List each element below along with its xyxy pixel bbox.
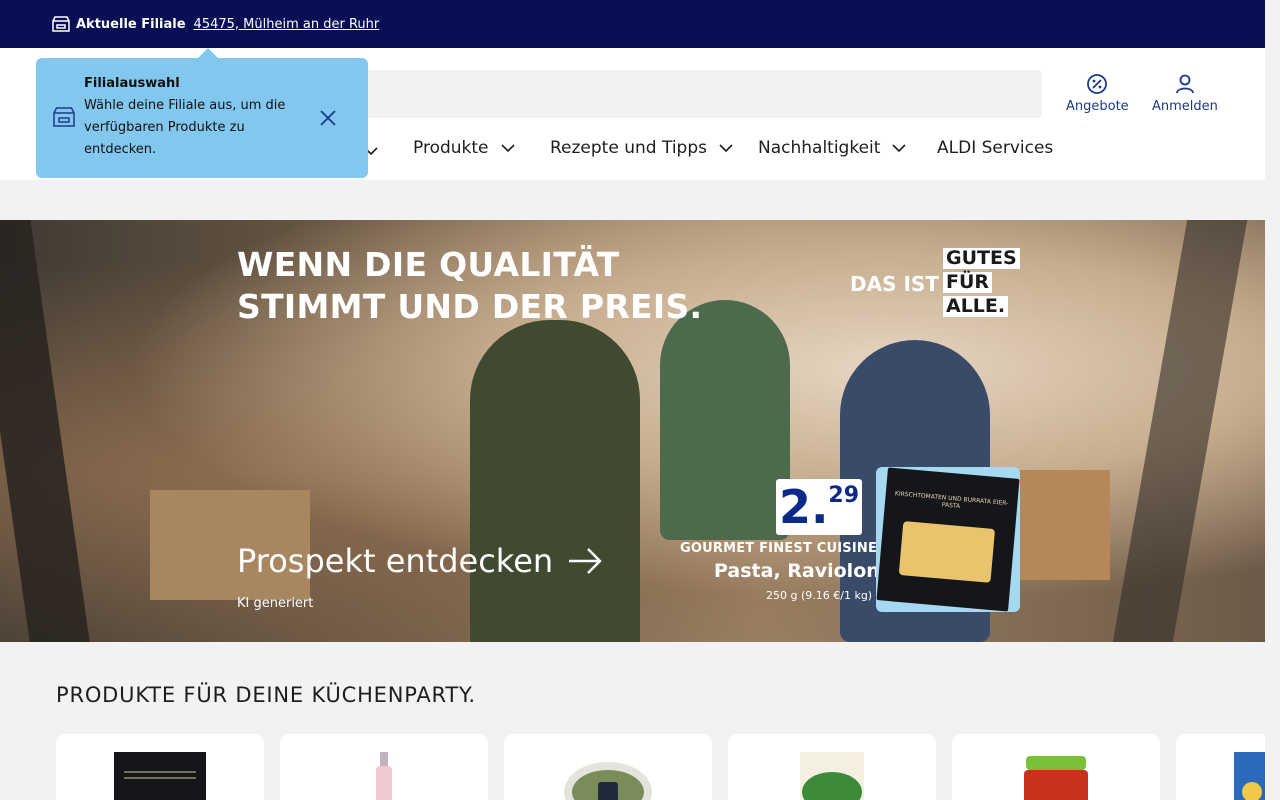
hero-headline-line: STIMMT UND DER PREIS. <box>237 287 703 326</box>
nav-item-label: ALDI Services <box>937 138 1054 158</box>
hero-headline: WENN DIE QUALITÄT STIMMT UND DER PREIS. <box>237 244 702 328</box>
cta-label: Prospekt entdecken <box>237 542 554 580</box>
arrow-right-icon <box>567 546 603 576</box>
price-integer: 2. <box>778 480 829 534</box>
price-tag: 2. 29 <box>776 479 862 535</box>
login-label: Anmelden <box>1152 99 1218 114</box>
product-thumbnail <box>1234 752 1265 800</box>
product-brand: GOURMET FINEST CUISINE <box>680 541 878 556</box>
hero-person <box>470 320 640 642</box>
slogan-word: ALLE. <box>943 296 1009 317</box>
product-card[interactable] <box>1176 734 1265 800</box>
nav-item-label: Nachhaltigkeit <box>758 138 881 158</box>
store-icon <box>53 107 75 127</box>
product-card[interactable] <box>952 734 1160 800</box>
store-selection-popover: Filialauswahl Wähle deine Filiale aus, u… <box>36 48 368 178</box>
percent-badge-icon <box>1085 72 1109 96</box>
hero-headline-line: WENN DIE QUALITÄT <box>237 245 620 284</box>
product-card[interactable] <box>504 734 712 800</box>
slogan-prefix: DAS IST <box>850 272 939 296</box>
hero-person <box>660 300 790 540</box>
product-card[interactable] <box>728 734 936 800</box>
login-button[interactable]: Anmelden <box>1152 72 1218 114</box>
section-title: PRODUKTE FÜR DEINE KÜCHENPARTY. <box>56 683 476 707</box>
prospekt-cta-link[interactable]: Prospekt entdecken <box>237 542 603 580</box>
slogan-logo: GUTES FÜR ALLE. <box>943 248 1020 317</box>
current-store-link[interactable]: 45475, Mülheim an der Ruhr <box>194 17 380 32</box>
product-thumbnail <box>338 752 430 800</box>
product-carousel <box>56 734 1265 800</box>
chevron-down-icon <box>499 139 517 157</box>
pack-text: KIRSCHTOMATEN UND BURRATA EIER-PASTA <box>894 490 1009 510</box>
store-icon <box>52 16 70 32</box>
close-icon[interactable] <box>318 108 338 128</box>
nav-item-recipes[interactable]: Rezepte und Tipps <box>550 138 735 158</box>
store-bar: Aktuelle Filiale 45475, Mülheim an der R… <box>0 0 1265 48</box>
slogan-word: FÜR <box>943 272 993 293</box>
product-card[interactable] <box>56 734 264 800</box>
nav-item-products[interactable]: Produkte <box>413 138 517 158</box>
popover-text: Wähle deine Filiale aus, um die verfügba… <box>84 98 286 157</box>
offers-label: Angebote <box>1066 99 1129 114</box>
offers-button[interactable]: Angebote <box>1066 72 1129 114</box>
search-input[interactable] <box>336 70 1042 118</box>
nav-item-services[interactable]: ALDI Services <box>937 138 1053 158</box>
product-name: Pasta, Ravioloni <box>714 560 887 582</box>
current-store-label: Aktuelle Filiale <box>76 16 186 32</box>
pack-inner: KIRSCHTOMATEN UND BURRATA EIER-PASTA <box>876 467 1020 612</box>
chevron-down-icon <box>717 139 735 157</box>
nav-item-label: Produkte <box>413 138 489 158</box>
hero-background-beam <box>1112 220 1248 642</box>
popover-title: Filialauswahl <box>84 76 180 91</box>
product-thumbnail <box>1010 752 1102 800</box>
chevron-down-icon <box>890 139 908 157</box>
product-card[interactable] <box>280 734 488 800</box>
product-thumbnail <box>562 752 654 800</box>
nav-item-sustainability[interactable]: Nachhaltigkeit <box>758 138 908 158</box>
pack-window <box>898 521 996 583</box>
user-icon <box>1173 72 1197 96</box>
hero-banner[interactable]: WENN DIE QUALITÄT STIMMT UND DER PREIS. … <box>0 220 1265 642</box>
hero-background-beam <box>0 220 90 642</box>
nav-item-label: Rezepte und Tipps <box>550 138 707 158</box>
ai-generated-note: KI generiert <box>237 596 314 611</box>
product-pack-image: KIRSCHTOMATEN UND BURRATA EIER-PASTA <box>876 467 1020 612</box>
product-weight: 250 g (9.16 €/1 kg) <box>766 589 873 602</box>
slogan-word: GUTES <box>943 248 1020 269</box>
price-decimal: 29 <box>828 483 860 508</box>
product-thumbnail <box>114 752 206 800</box>
product-thumbnail <box>786 752 878 800</box>
